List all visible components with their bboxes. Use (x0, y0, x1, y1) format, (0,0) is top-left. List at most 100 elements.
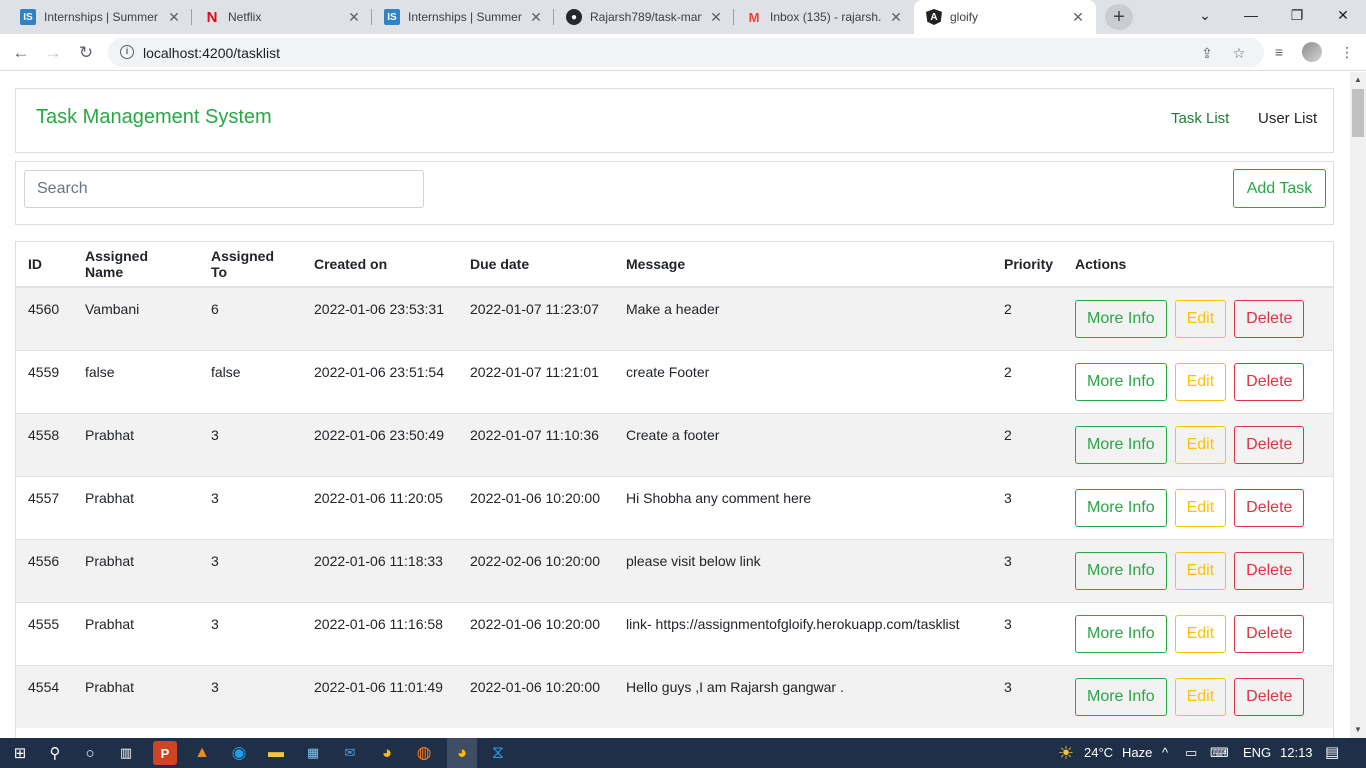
restore-button[interactable]: ❐ (1274, 0, 1320, 30)
nav-user-list[interactable]: User List (1258, 110, 1317, 127)
browser-tab-1[interactable]: N Netflix ✕ (192, 0, 372, 34)
close-window-button[interactable]: ✕ (1320, 0, 1366, 30)
chevron-up-icon[interactable]: ^ (1162, 745, 1168, 760)
column-header: Due date (458, 242, 614, 288)
delete-button[interactable]: Delete (1234, 551, 1305, 590)
more-info-button[interactable]: More Info (1075, 677, 1167, 716)
delete-button[interactable]: Delete (1234, 677, 1305, 716)
more-info-button[interactable]: More Info (1075, 488, 1167, 527)
table-header-row: ID Assigned Name Assigned To Created on … (16, 242, 1333, 288)
search-icon[interactable]: ⚲ (43, 741, 67, 765)
chrome-active-icon[interactable]: ◕ (447, 738, 477, 768)
file-explorer-icon[interactable]: ▬ (264, 741, 288, 765)
store-icon[interactable]: ▦ (301, 741, 325, 765)
close-icon[interactable]: ✕ (888, 9, 904, 26)
browser-menu-icon[interactable]: ⋮ (1336, 41, 1358, 63)
app-navbar: Task Management System Task List User Li… (15, 88, 1334, 153)
edit-button[interactable]: Edit (1174, 300, 1227, 338)
close-icon[interactable]: ✕ (1070, 9, 1086, 26)
profile-avatar[interactable] (1302, 42, 1322, 62)
keyboard-icon[interactable]: ⌨ (1210, 745, 1229, 761)
more-info-button[interactable]: More Info (1075, 362, 1167, 401)
more-info-button[interactable]: More Info (1075, 425, 1167, 464)
back-arrow-icon[interactable]: ← (8, 40, 34, 66)
browser-tab-3[interactable]: ● Rajarsh789/task-mana ✕ (554, 0, 734, 34)
cell-message: Create a footer (614, 412, 992, 476)
firefox-icon[interactable]: ◍ (412, 741, 436, 765)
more-info-button[interactable]: More Info (1075, 300, 1167, 338)
reload-icon[interactable]: ↻ (73, 40, 99, 66)
chrome-icon[interactable]: ◕ (375, 741, 399, 765)
network-icon[interactable]: ▭ (1185, 745, 1197, 761)
cell-message: Hi Shobha any comment here (614, 475, 992, 539)
cell-due-date: 2022-01-06 10:20:00 (458, 601, 614, 665)
vscode-icon[interactable]: ⧖ (486, 741, 510, 765)
edit-button[interactable]: Edit (1174, 551, 1227, 590)
forward-arrow-icon[interactable]: → (40, 40, 66, 66)
edge-icon[interactable]: ◉ (227, 741, 251, 765)
column-header: Message (614, 242, 992, 288)
windows-start-icon[interactable]: ⊞ (8, 741, 32, 765)
cell-actions: More Info Edit Delete (1063, 286, 1333, 350)
delete-button[interactable]: Delete (1234, 300, 1305, 338)
app-brand[interactable]: Task Management System (36, 106, 272, 129)
table-row: 4558 Prabhat 3 2022-01-06 23:50:49 2022-… (16, 412, 1333, 476)
add-task-button[interactable]: Add Task (1233, 169, 1326, 208)
search-input[interactable] (24, 170, 424, 208)
browser-tab-4[interactable]: M Inbox (135) - rajarsh.g ✕ (734, 0, 914, 34)
weather-sun-icon[interactable]: ☀ (1054, 741, 1078, 765)
close-icon[interactable]: ✕ (166, 9, 182, 26)
mail-icon[interactable]: ✉ (338, 741, 362, 765)
powerpoint-icon[interactable]: P (153, 741, 177, 765)
scroll-thumb[interactable] (1352, 89, 1364, 137)
close-icon[interactable]: ✕ (708, 9, 724, 26)
language-indicator[interactable]: ENG (1243, 745, 1271, 760)
clock-time[interactable]: 12:13 (1280, 745, 1313, 760)
tab-title: gloify (950, 10, 979, 24)
edit-button[interactable]: Edit (1174, 362, 1227, 401)
edit-button[interactable]: Edit (1174, 677, 1227, 716)
task-table: ID Assigned Name Assigned To Created on … (16, 242, 1333, 728)
address-bar[interactable]: i localhost:4200/tasklist ⇪ ☆ (108, 38, 1264, 67)
task-view-icon[interactable]: ▥ (114, 741, 138, 765)
table-row: 4554 Prabhat 3 2022-01-06 11:01:49 2022-… (16, 664, 1333, 728)
cell-due-date: 2022-01-06 10:20:00 (458, 475, 614, 539)
edit-button[interactable]: Edit (1174, 614, 1227, 653)
browser-tab-5[interactable]: A gloify ✕ (914, 0, 1096, 34)
scroll-down-arrow-icon[interactable]: ▼ (1350, 722, 1366, 738)
minimize-button[interactable]: — (1228, 0, 1274, 30)
page-scrollbar[interactable]: ▲ ▼ (1350, 72, 1366, 738)
delete-button[interactable]: Delete (1234, 614, 1305, 653)
browser-tab-2[interactable]: IS Internships | Summer I ✕ (372, 0, 554, 34)
cortana-icon[interactable]: ○ (78, 741, 102, 765)
address-url[interactable]: localhost:4200/tasklist (143, 45, 280, 61)
cell-priority: 3 (992, 601, 1063, 665)
cell-message: Make a header (614, 286, 992, 350)
notification-icon[interactable]: ▤ (1325, 743, 1339, 761)
cell-priority: 3 (992, 475, 1063, 539)
delete-button[interactable]: Delete (1234, 488, 1305, 527)
nav-task-list[interactable]: Task List (1171, 110, 1229, 127)
close-icon[interactable]: ✕ (528, 9, 544, 26)
bookmark-star-icon[interactable]: ☆ (1229, 43, 1249, 63)
delete-button[interactable]: Delete (1234, 425, 1305, 464)
weather-condition[interactable]: Haze (1122, 745, 1152, 760)
tab-search-chevron-icon[interactable]: ⌄ (1182, 0, 1228, 30)
scroll-up-arrow-icon[interactable]: ▲ (1350, 72, 1366, 88)
column-header: Priority (992, 242, 1063, 288)
site-info-icon[interactable]: i (120, 45, 134, 59)
close-icon[interactable]: ✕ (346, 9, 362, 26)
more-info-button[interactable]: More Info (1075, 551, 1167, 590)
more-info-button[interactable]: More Info (1075, 614, 1167, 653)
browser-tab-0[interactable]: IS Internships | Summer I ✕ (8, 0, 192, 34)
edit-button[interactable]: Edit (1174, 488, 1227, 527)
new-tab-button[interactable]: + (1105, 4, 1133, 30)
delete-button[interactable]: Delete (1234, 362, 1305, 401)
weather-temp[interactable]: 24°C (1084, 745, 1113, 760)
vlc-icon[interactable]: ▲ (190, 741, 214, 765)
media-control-icon[interactable]: ≡ (1268, 41, 1290, 63)
cell-actions: More Info Edit Delete (1063, 538, 1333, 602)
cell-created-on: 2022-01-06 11:20:05 (302, 475, 458, 539)
share-icon[interactable]: ⇪ (1197, 43, 1217, 63)
edit-button[interactable]: Edit (1174, 425, 1227, 464)
